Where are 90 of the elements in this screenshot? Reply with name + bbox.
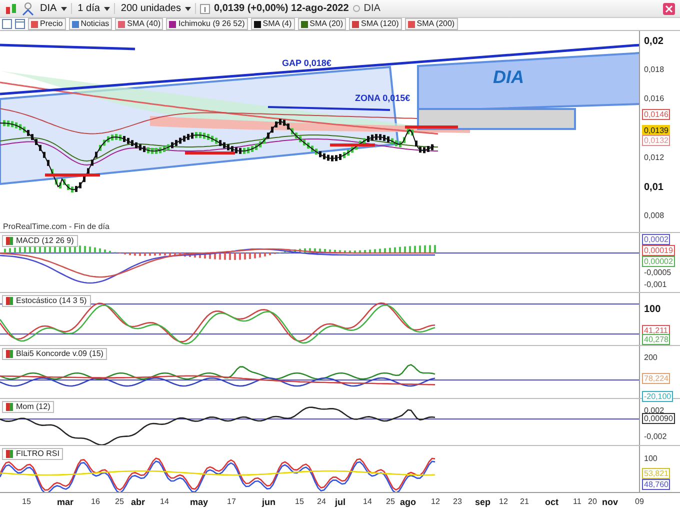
value-tag: 0,00019 bbox=[642, 245, 675, 256]
axis-label: -0,002 bbox=[644, 432, 667, 441]
date-label: oct bbox=[545, 497, 558, 507]
date-label: jun bbox=[262, 497, 276, 507]
date-label: 09 bbox=[635, 497, 644, 506]
value-tag: -20,100 bbox=[642, 391, 674, 402]
user-icon[interactable] bbox=[22, 2, 34, 16]
date-label: 17 bbox=[227, 497, 236, 506]
legend-item[interactable]: Noticias bbox=[68, 18, 112, 30]
instrument-name: DIA bbox=[364, 3, 380, 14]
legend-item[interactable]: SMA (40) bbox=[115, 18, 164, 30]
axis-label: 0,018 bbox=[644, 65, 664, 74]
price-tag: 0,0146 bbox=[642, 109, 670, 120]
caret-icon bbox=[104, 6, 110, 10]
axis-label: 0,01 bbox=[644, 182, 664, 193]
support-line bbox=[405, 126, 458, 128]
candlestick-icon[interactable] bbox=[4, 2, 18, 16]
box-label: DIA bbox=[493, 67, 524, 88]
indicator-icon bbox=[6, 237, 13, 245]
date-label: 12 bbox=[431, 497, 440, 506]
close-icon[interactable] bbox=[662, 2, 676, 16]
axis-label: 0,002 bbox=[644, 406, 664, 415]
indicator-title[interactable]: MACD (12 26 9) bbox=[2, 235, 78, 247]
date-label: 12 bbox=[499, 497, 508, 506]
indicator-title[interactable]: Estocástico (14 3 5) bbox=[2, 295, 91, 307]
symbol-dropdown[interactable]: DIA bbox=[38, 3, 72, 14]
axis-label: 100 bbox=[644, 454, 658, 463]
date-label: 24 bbox=[317, 497, 326, 506]
axis-label: -0,001 bbox=[644, 280, 667, 289]
date-label: 25 bbox=[115, 497, 124, 506]
legend-item[interactable]: SMA (200) bbox=[404, 18, 458, 30]
axis-label: 0,02 bbox=[644, 36, 664, 47]
date-label: sep bbox=[475, 497, 491, 507]
caret-icon bbox=[60, 6, 67, 10]
date-label: mar bbox=[57, 497, 74, 507]
circle-icon bbox=[352, 5, 360, 12]
axis-label: 0,012 bbox=[644, 153, 664, 162]
price-tag: 0,0139 bbox=[642, 125, 670, 136]
date-label: 11 bbox=[573, 497, 582, 506]
price-tag: 0,0132 bbox=[642, 135, 670, 146]
date-label: 16 bbox=[91, 497, 100, 506]
indicator-icon bbox=[6, 297, 13, 305]
date-label: nov bbox=[602, 497, 618, 507]
grid-icon[interactable] bbox=[2, 19, 12, 29]
support-line bbox=[185, 152, 235, 154]
date-label: 25 bbox=[386, 497, 395, 506]
date-label: 15 bbox=[22, 497, 31, 506]
indicator-icon bbox=[6, 450, 13, 458]
legend-item[interactable]: SMA (4) bbox=[250, 18, 295, 30]
indicator-title[interactable]: FILTRO RSI bbox=[2, 448, 64, 460]
units-dropdown[interactable]: 200 unidades bbox=[118, 3, 196, 14]
axis-label: -0,0005 bbox=[644, 268, 672, 277]
date-label: 15 bbox=[295, 497, 304, 506]
support-line bbox=[45, 174, 100, 176]
legend-item[interactable]: SMA (20) bbox=[298, 18, 346, 30]
indicator-title[interactable]: Blai5 Koncorde v.09 (15) bbox=[2, 348, 108, 360]
date-label: 20 bbox=[588, 497, 597, 506]
axis-label: 0,016 bbox=[644, 94, 664, 103]
axis-label: 100 bbox=[644, 304, 661, 315]
legend-item[interactable]: Precio bbox=[28, 18, 66, 30]
date-label: jul bbox=[335, 497, 346, 507]
date-label: ago bbox=[400, 497, 416, 507]
date-label: 14 bbox=[363, 497, 372, 506]
value-tag: 40,278 bbox=[642, 334, 670, 345]
indicator-title[interactable]: Mom (12) bbox=[2, 401, 54, 413]
date-label: 21 bbox=[520, 497, 529, 506]
gap-label: GAP 0,018€ bbox=[282, 58, 332, 68]
period-dropdown[interactable]: 1 día bbox=[76, 3, 115, 14]
value-tag: 0,00090 bbox=[642, 413, 675, 424]
window-icon[interactable] bbox=[15, 19, 25, 29]
value-tag: 53,821 bbox=[642, 468, 670, 479]
date-label: 23 bbox=[453, 497, 462, 506]
info-icon[interactable] bbox=[200, 4, 210, 14]
support-line bbox=[330, 144, 375, 146]
value-tag: 0,00002 bbox=[642, 256, 675, 267]
price-quote: 0,0139 (+0,00%) 12-ago-2022 bbox=[214, 3, 349, 14]
axis-label: 0,008 bbox=[644, 211, 664, 220]
date-label: may bbox=[190, 497, 208, 507]
axis-label: 200 bbox=[644, 353, 658, 362]
caret-icon bbox=[184, 6, 191, 10]
legend-item[interactable]: SMA (120) bbox=[349, 18, 402, 30]
date-label: 14 bbox=[160, 497, 169, 506]
indicator-icon bbox=[6, 403, 13, 411]
value-tag: 48,760 bbox=[642, 479, 670, 490]
indicator-icon bbox=[6, 350, 13, 358]
date-label: abr bbox=[131, 497, 146, 507]
value-tag: 78,224 bbox=[642, 373, 670, 384]
source-label: ProRealTime.com - Fin de día bbox=[3, 222, 110, 231]
legend-item[interactable]: Ichimoku (9 26 52) bbox=[166, 18, 248, 30]
value-tag: 0,0002 bbox=[642, 234, 670, 245]
